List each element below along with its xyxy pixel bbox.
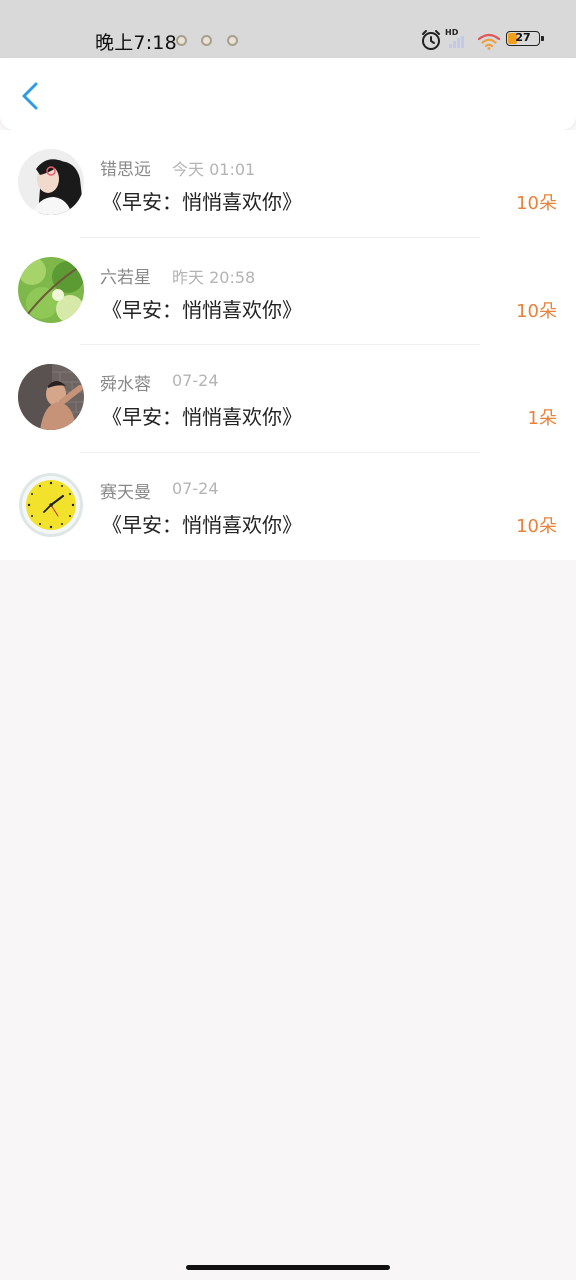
gift-title: 《早安：悄悄喜欢你》 — [102, 297, 302, 322]
status-bar: 晚上7:18 HD 27 — [0, 0, 576, 58]
send-time: 今天 01:01 — [172, 160, 256, 179]
gift-title: 《早安：悄悄喜欢你》 — [102, 405, 302, 429]
home-indicator[interactable] — [186, 1265, 390, 1270]
sender-name: 六若星 — [100, 267, 151, 288]
green-leaves-photo — [18, 256, 84, 323]
notification-dot-icon — [201, 35, 212, 46]
flower-count: 1朵 — [527, 408, 557, 429]
back-button[interactable] — [14, 76, 50, 116]
notification-dot-icon — [176, 35, 187, 46]
nav-bar — [0, 58, 576, 130]
list-item[interactable]: 错思远 今天 01:01 《早安：悄悄喜欢你》 10朵 — [0, 130, 576, 238]
gift-title: 《早安：悄悄喜欢你》 — [102, 190, 302, 214]
alarm-icon — [422, 30, 440, 50]
status-icons: HD 27 — [420, 26, 548, 54]
battery-level: 27 — [515, 31, 531, 44]
gift-title: 《早安：悄悄喜欢你》 — [102, 512, 302, 537]
list-item[interactable]: 舜水蓉 07-24 《早安：悄悄喜欢你》 1朵 — [0, 345, 576, 453]
avatar[interactable] — [18, 149, 84, 215]
chevron-left-icon — [22, 82, 38, 110]
notification-dot-icon — [227, 35, 238, 46]
send-time: 07-24 — [172, 371, 219, 390]
list-item[interactable]: 六若星 昨天 20:58 《早安：悄悄喜欢你》 10朵 — [0, 238, 576, 345]
status-time: 晚上7:18 — [95, 32, 177, 54]
wifi-icon — [477, 33, 501, 50]
send-time: 昨天 20:58 — [172, 267, 256, 287]
avatar[interactable] — [18, 256, 84, 323]
person-wall-photo — [18, 364, 84, 430]
sender-name: 错思远 — [100, 160, 151, 180]
flower-count: 10朵 — [516, 193, 557, 214]
cell-signal-icon — [449, 36, 465, 48]
avatar[interactable] — [18, 364, 84, 430]
sender-name: 舜水蓉 — [100, 375, 151, 395]
avatar[interactable] — [18, 471, 84, 538]
flower-count: 10朵 — [516, 300, 557, 322]
list-item[interactable]: 赛天曼 07-24 《早安：悄悄喜欢你》 10朵 — [0, 453, 576, 561]
gift-list: 错思远 今天 01:01 《早安：悄悄喜欢你》 10朵 六若星 昨天 20:58… — [0, 130, 576, 560]
yellow-clock-image — [18, 471, 84, 538]
battery-icon: 27 — [506, 31, 544, 46]
girl-photo — [18, 149, 84, 215]
sender-name: 赛天曼 — [100, 482, 151, 503]
flower-count: 10朵 — [516, 515, 557, 537]
send-time: 07-24 — [172, 478, 219, 498]
